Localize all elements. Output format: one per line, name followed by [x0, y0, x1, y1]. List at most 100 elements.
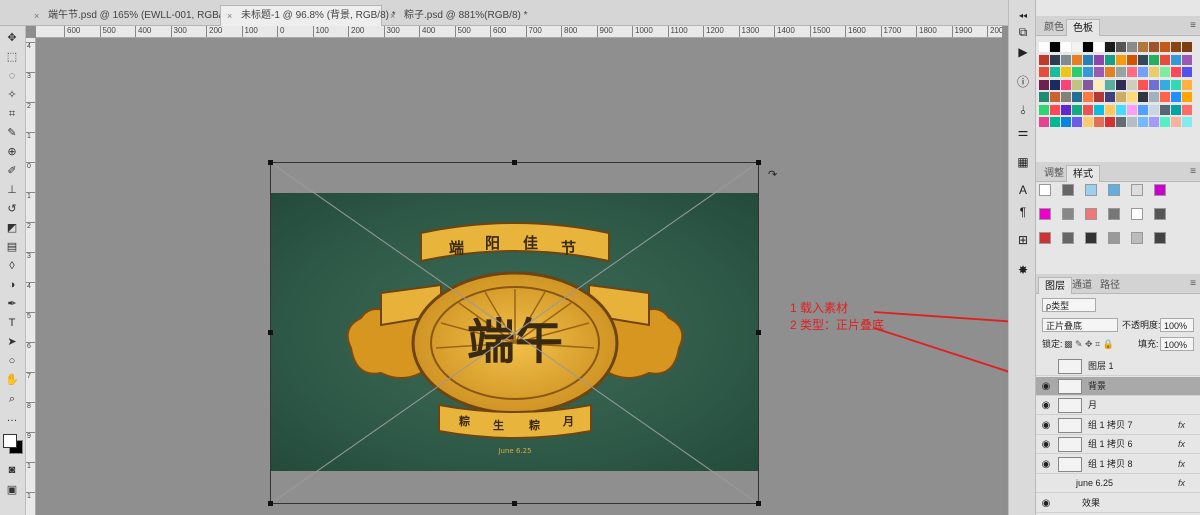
- color-swatch[interactable]: [1050, 67, 1060, 77]
- color-swatch[interactable]: [1061, 117, 1071, 127]
- color-swatch[interactable]: [1160, 104, 1170, 115]
- transform-bounding-box[interactable]: [270, 162, 759, 504]
- color-swatch[interactable]: [1050, 42, 1060, 52]
- color-swatch[interactable]: [1171, 54, 1181, 65]
- color-swatch[interactable]: [1127, 117, 1137, 127]
- move-tool-icon[interactable]: ✥: [2, 30, 22, 46]
- color-swatch[interactable]: [1039, 67, 1049, 77]
- info-icon[interactable]: ⓘ: [1015, 74, 1031, 90]
- style-preset[interactable]: [1062, 184, 1074, 196]
- brush-tool-icon[interactable]: ✐: [2, 163, 22, 179]
- libraries-icon[interactable]: ▦: [1015, 154, 1031, 170]
- collapse-icon[interactable]: ◂◂: [1015, 8, 1031, 24]
- color-swatch[interactable]: [1182, 54, 1192, 65]
- color-swatch[interactable]: [1182, 117, 1192, 127]
- style-preset[interactable]: [1108, 208, 1120, 220]
- color-swatch[interactable]: [1050, 117, 1060, 127]
- style-preset[interactable]: [1039, 232, 1051, 244]
- history-brush-icon[interactable]: ↺: [2, 201, 22, 217]
- color-swatch[interactable]: [1105, 79, 1115, 90]
- color-swatch[interactable]: [1160, 54, 1170, 65]
- color-swatch[interactable]: [1083, 67, 1093, 77]
- color-swatch[interactable]: [1083, 79, 1093, 90]
- dodge-tool-icon[interactable]: ◑: [2, 277, 22, 293]
- color-swatch[interactable]: [1105, 104, 1115, 115]
- transform-handle-bottom-right[interactable]: [756, 501, 761, 506]
- color-swatch[interactable]: [1149, 67, 1159, 77]
- zoom-tool-icon[interactable]: ⌕: [2, 391, 22, 407]
- color-swatch[interactable]: [1127, 54, 1137, 65]
- color-swatch[interactable]: [1105, 54, 1115, 65]
- more-tools-icon[interactable]: …: [2, 410, 22, 426]
- color-swatch[interactable]: [1105, 92, 1115, 102]
- color-swatch[interactable]: [1039, 104, 1049, 115]
- color-swatch[interactable]: [1149, 79, 1159, 90]
- tab-styles[interactable]: 样式: [1066, 165, 1100, 182]
- layer-effects-icon[interactable]: fx: [1178, 416, 1185, 435]
- color-swatch[interactable]: [1127, 92, 1137, 102]
- color-swatch[interactable]: [1094, 92, 1104, 102]
- color-swatch[interactable]: [1171, 67, 1181, 77]
- layer-effects-icon[interactable]: fx: [1178, 474, 1185, 493]
- color-swatch[interactable]: [1061, 54, 1071, 65]
- blend-mode-select[interactable]: 正片叠底: [1042, 318, 1118, 332]
- text-tool-icon[interactable]: T: [2, 315, 22, 331]
- color-swatch[interactable]: [1116, 92, 1126, 102]
- brushes-icon[interactable]: ✸: [1015, 262, 1031, 278]
- style-preset[interactable]: [1131, 232, 1143, 244]
- color-swatch[interactable]: [1149, 92, 1159, 102]
- eraser-tool-icon[interactable]: ◩: [2, 220, 22, 236]
- layer-row[interactable]: ◉ 组 1 拷贝 7 fx: [1036, 416, 1200, 435]
- color-swatch[interactable]: [1182, 67, 1192, 77]
- color-swatch[interactable]: [1116, 42, 1126, 52]
- style-preset[interactable]: [1108, 232, 1120, 244]
- color-swatch[interactable]: [1171, 79, 1181, 90]
- color-swatch[interactable]: [1149, 117, 1159, 127]
- color-swatch[interactable]: [1039, 117, 1049, 127]
- panel-menu-icon[interactable]: ≡: [1190, 20, 1196, 31]
- color-swatch[interactable]: [1171, 42, 1181, 52]
- brush-settings-icon[interactable]: ⫰: [1015, 102, 1031, 118]
- style-preset[interactable]: [1062, 208, 1074, 220]
- lock-icons[interactable]: ▩ ✎ ✥ ⌗ 🔒: [1064, 337, 1114, 351]
- blur-tool-icon[interactable]: ◊: [2, 258, 22, 274]
- style-preset[interactable]: [1085, 232, 1097, 244]
- layer-filter-select[interactable]: ρ类型: [1042, 298, 1096, 312]
- color-swatch[interactable]: [1160, 67, 1170, 77]
- color-swatch[interactable]: [1039, 54, 1049, 65]
- color-swatch[interactable]: [1050, 104, 1060, 115]
- transform-handle-right[interactable]: [756, 330, 761, 335]
- transform-handle-bottom[interactable]: [512, 501, 517, 506]
- color-swatch[interactable]: [1105, 117, 1115, 127]
- color-swatch[interactable]: [1094, 54, 1104, 65]
- paragraph-icon[interactable]: ¶: [1015, 204, 1031, 220]
- color-swatch[interactable]: [1105, 42, 1115, 52]
- color-swatch[interactable]: [1138, 104, 1148, 115]
- visibility-eye-icon[interactable]: ◉: [1040, 494, 1052, 513]
- tab-paths[interactable]: 路径: [1094, 277, 1126, 294]
- tab-untitled-1[interactable]: × 未标题-1 @ 96.8% (背景, RGB/8) *: [220, 5, 396, 26]
- color-swatch[interactable]: [1039, 42, 1049, 52]
- color-swatch[interactable]: [1083, 54, 1093, 65]
- color-swatch[interactable]: [1072, 104, 1082, 115]
- color-swatch[interactable]: [1072, 92, 1082, 102]
- color-swatch[interactable]: [1050, 79, 1060, 90]
- style-preset[interactable]: [1131, 208, 1143, 220]
- color-swatch[interactable]: [1138, 117, 1148, 127]
- style-preset[interactable]: [1085, 208, 1097, 220]
- color-swatch[interactable]: [1072, 117, 1082, 127]
- color-swatch[interactable]: [1083, 42, 1093, 52]
- transform-handle-top-right[interactable]: [756, 160, 761, 165]
- layer-row[interactable]: ◉ 月: [1036, 396, 1200, 415]
- color-swatch[interactable]: [1061, 79, 1071, 90]
- properties-icon[interactable]: ⚌: [1015, 124, 1031, 140]
- color-swatch[interactable]: [1116, 67, 1126, 77]
- crop-tool-icon[interactable]: ⌗: [2, 106, 22, 122]
- color-swatch[interactable]: [1061, 104, 1071, 115]
- color-swatch[interactable]: [1160, 42, 1170, 52]
- color-swatch[interactable]: [1072, 79, 1082, 90]
- style-preset[interactable]: [1154, 232, 1166, 244]
- color-swatch[interactable]: [1149, 54, 1159, 65]
- close-icon[interactable]: ×: [34, 6, 39, 26]
- gradient-tool-icon[interactable]: ▤: [2, 239, 22, 255]
